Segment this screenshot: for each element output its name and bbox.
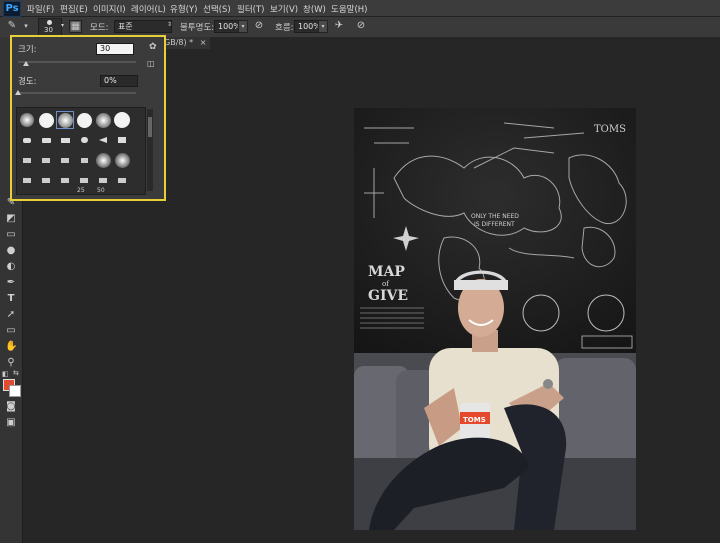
brush-preset-row4-3[interactable] [57,172,73,188]
brush-preset-panel: 크기: 30 ✿ ◫ 경도: 0% 25 50 [10,35,166,201]
brush-preset-small-3[interactable] [57,132,73,148]
menu-window[interactable]: 창(W) [303,3,326,15]
pen-tool-icon[interactable]: ✒ [5,277,17,289]
screen-mode-icon[interactable]: ▣ [5,417,17,429]
document-tab-title: GB/8) * [164,38,194,47]
brush-preset-row4-2[interactable] [38,172,54,188]
hardness-label: 경도: [18,77,37,87]
close-tab-icon[interactable]: × [200,38,207,47]
updown-arrows-icon[interactable]: ⇕ [167,21,172,28]
brush-presets-grid: 25 50 [16,107,146,195]
brush-preset-row3-2[interactable] [38,152,54,168]
brush-preset-hard-3[interactable] [114,112,130,128]
menu-type[interactable]: 유형(Y) [170,3,197,15]
size-label: 크기: [18,45,37,55]
brush-preset-row3-1[interactable] [19,152,35,168]
hardness-input[interactable]: 0% [100,75,138,87]
hardness-slider-track[interactable] [18,92,136,94]
swap-colors-icon[interactable]: ⇆ [13,369,19,377]
brush-preset-row4-4[interactable] [76,172,92,188]
menu-bar: Ps 파일(F) 편집(E) 이미지(I) 레이어(L) 유형(Y) 선택(S)… [0,0,720,17]
menu-image[interactable]: 이미지(I) [93,3,126,15]
tool-preset-dropdown-icon[interactable]: ▾ [20,20,32,32]
hardness-slider-knob[interactable] [15,90,21,95]
path-selection-tool-icon[interactable]: ➚ [5,309,17,321]
rectangle-tool-icon[interactable]: ▭ [5,325,17,337]
brush-preset-small-5[interactable] [95,132,111,148]
menu-select[interactable]: 선택(S) [203,3,231,15]
pressure-opacity-icon[interactable]: ⊘ [253,20,265,32]
brush-preset-soft-selected[interactable] [56,111,74,129]
brush-preset-row4-6[interactable] [114,172,130,188]
eraser-tool-icon[interactable]: ◩ [5,213,17,225]
brush-preset-small-1[interactable] [19,132,35,148]
brush-preset-row3-4[interactable] [76,152,92,168]
wall-text-need: ONLY THE NEED [471,213,519,220]
menu-file[interactable]: 파일(F) [27,3,54,15]
hand-tool-icon[interactable]: ✋ [5,341,17,353]
canvas-photo[interactable]: MAP of GIVE ONLY THE NEED IS DIFFERENT T… [354,108,636,530]
chevron-down-icon[interactable]: ▾ [61,22,64,29]
mode-value: 표준 [118,22,133,31]
brush-preset-soft[interactable] [19,112,35,128]
menu-layer[interactable]: 레이어(L) [131,3,166,15]
default-colors-icon[interactable]: ◧ [2,370,9,378]
menu-edit[interactable]: 편집(E) [60,3,88,15]
menu-help[interactable]: 도움말(H) [331,3,367,15]
brush-size-readout: 30 [44,26,53,34]
preset-size-50: 50 [97,187,105,194]
size-value: 30 [100,44,111,53]
background-color-swatch[interactable] [9,385,21,397]
brush-panel-toggle-icon[interactable]: ▦ [69,20,82,33]
airbrush-icon[interactable]: ✈ [333,20,345,32]
mode-select[interactable]: 표준 [114,20,172,33]
brush-preset-row4-5[interactable] [95,172,111,188]
preset-size-25: 25 [77,187,85,194]
wall-text-different: IS DIFFERENT [474,221,515,228]
flow-dropdown-icon[interactable]: ▾ [318,20,328,33]
brush-preset-small-2[interactable] [38,132,54,148]
settings-gear-icon[interactable]: ✿ [149,42,157,52]
size-input[interactable]: 30 [96,43,134,55]
brush-tool-icon[interactable]: ✎ [6,20,18,32]
brush-tip-preview [47,20,52,25]
presets-scrollbar[interactable] [147,109,153,191]
brush-preset-row3-6[interactable] [114,152,130,168]
brush-preset-small-6[interactable] [114,132,130,148]
wall-text-map: MAP [368,264,405,280]
wall-text-give: GIVE [368,288,408,304]
opacity-dropdown-icon[interactable]: ▾ [238,20,248,33]
photo-illustration: MAP of GIVE ONLY THE NEED IS DIFFERENT T… [354,108,636,530]
brush-preset-hard[interactable] [38,112,54,128]
quick-mask-icon[interactable]: ◙ [5,401,17,413]
cup-brand-text: TOMS [463,416,486,424]
wall-text-toms: TOMS [594,124,626,135]
size-slider-track[interactable] [18,61,136,63]
blur-tool-icon[interactable]: ● [5,245,17,257]
type-tool-icon[interactable]: T [5,293,17,305]
menu-filter[interactable]: 필터(T) [237,3,264,15]
zoom-tool-icon[interactable]: ⚲ [5,357,17,369]
flow-label: 흐름: [275,23,294,33]
gradient-tool-icon[interactable]: ▭ [5,229,17,241]
brush-preset-hard-2[interactable] [76,112,92,128]
document-tab[interactable]: GB/8) * × [160,37,211,49]
brush-preset-small-4[interactable] [76,132,92,148]
photoshop-logo: Ps [3,1,21,17]
brush-preset-soft-2[interactable] [95,112,111,128]
brush-preset-row4-1[interactable] [19,172,35,188]
opacity-label: 불투명도: [180,23,215,33]
new-preset-icon[interactable]: ◫ [147,59,155,68]
size-slider-knob[interactable] [23,61,30,66]
brush-preset-row3-3[interactable] [57,152,73,168]
mode-label: 모드: [90,23,109,33]
dodge-tool-icon[interactable]: ◐ [5,261,17,273]
hardness-value: 0% [104,76,117,85]
pressure-size-icon[interactable]: ⊘ [355,20,367,32]
scrollbar-thumb[interactable] [148,117,152,137]
menu-view[interactable]: 보기(V) [270,3,298,15]
brush-preset-row3-5[interactable] [95,152,111,168]
